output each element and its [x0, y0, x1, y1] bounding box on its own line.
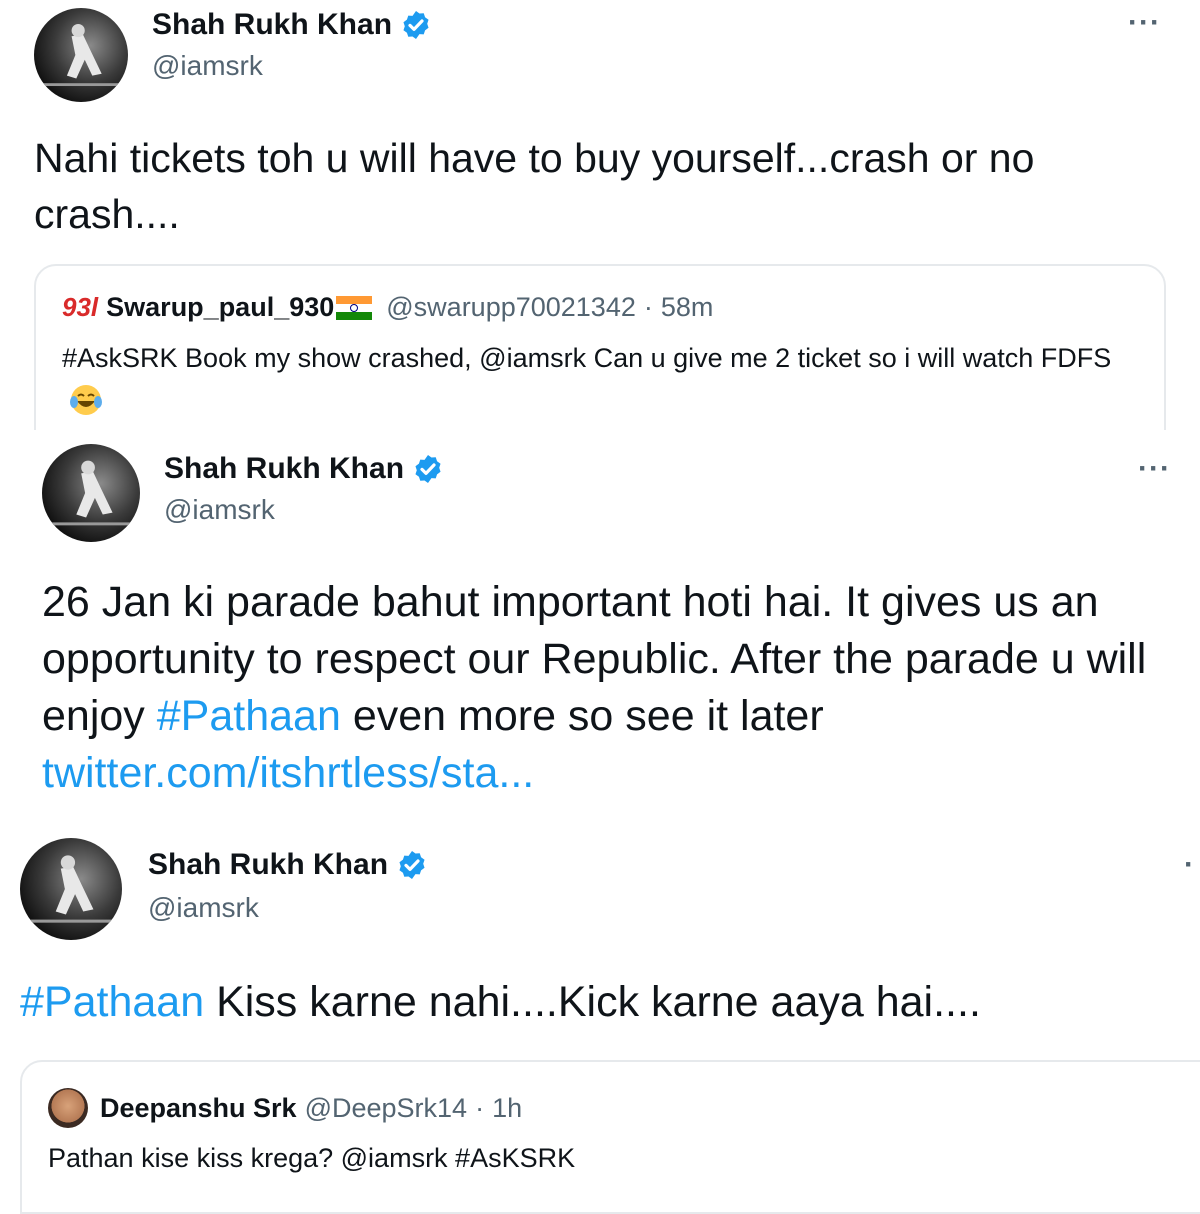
verified-badge-icon: [415, 455, 441, 483]
tweet-text: Nahi tickets toh u will have to buy your…: [34, 135, 1035, 237]
author-name[interactable]: Shah Rukh Khan: [152, 8, 392, 42]
tweet-2: Shah Rukh Khan @iamsrk ··· 26 Jan ki par…: [0, 430, 1200, 830]
avatar-photo-icon: [34, 23, 128, 87]
quoted-author-name[interactable]: Swarup_paul_930: [106, 292, 334, 323]
verified-badge-icon: [399, 851, 425, 879]
tweet-text: #Pathaan Kiss karne nahi....Kick karne a…: [20, 974, 1180, 1031]
more-options-icon[interactable]: ·: [1184, 848, 1195, 882]
author-row: Shah Rukh Khan: [152, 8, 432, 42]
author-handle[interactable]: @iamsrk: [164, 494, 275, 526]
quoted-author-handle[interactable]: @DeepSrk14: [305, 1093, 468, 1124]
quoted-tweet-text: Pathan kise kiss krega? @iamsrk #AsKSRK: [48, 1143, 576, 1173]
quoted-author-name[interactable]: Deepanshu Srk: [100, 1093, 297, 1124]
more-options-icon[interactable]: ···: [1138, 452, 1171, 486]
tweet-text: 26 Jan ki parade bahut important hoti ha…: [42, 574, 1192, 802]
quoted-author-handle[interactable]: @swarupp70021342: [386, 292, 636, 323]
author-row: Shah Rukh Khan: [164, 452, 444, 486]
tears-of-joy-emoji-icon: [70, 384, 102, 415]
author-handle[interactable]: @iamsrk: [148, 892, 259, 924]
quoted-timestamp[interactable]: 1h: [492, 1093, 522, 1124]
quoted-avatar-logo: 93l: [62, 292, 99, 322]
quoted-tweet-header: Deepanshu Srk @DeepSrk14 · 1h: [48, 1088, 522, 1128]
hashtag-link[interactable]: #Pathaan: [20, 978, 204, 1026]
author-row: Shah Rukh Khan: [148, 848, 428, 882]
avatar[interactable]: [20, 838, 122, 940]
quoted-tweet[interactable]: 93l Swarup_paul_930 @swarupp70021342 · 5…: [34, 264, 1166, 458]
quoted-tweet[interactable]: Deepanshu Srk @DeepSrk14 · 1h Pathan kis…: [20, 1060, 1200, 1214]
author-name[interactable]: Shah Rukh Khan: [148, 848, 388, 882]
tweet-text-part: even more so see it later: [340, 692, 824, 740]
avatar[interactable]: [34, 8, 128, 102]
avatar-photo-icon: [20, 855, 122, 923]
author-handle[interactable]: @iamsrk: [152, 50, 263, 82]
tweet-1: Shah Rukh Khan @iamsrk ··· Nahi tickets …: [0, 0, 1200, 458]
quoted-avatar[interactable]: [48, 1088, 88, 1128]
separator-dot: ·: [643, 292, 653, 322]
avatar[interactable]: [42, 444, 140, 542]
more-options-icon[interactable]: ···: [1128, 6, 1161, 40]
url-link[interactable]: twitter.com/itshrtless/sta...: [42, 749, 534, 797]
quoted-timestamp[interactable]: 58m: [661, 292, 714, 323]
tweet-text-part: Kiss karne nahi....Kick karne aaya hai..…: [204, 978, 981, 1026]
avatar-photo-icon: [42, 460, 140, 526]
india-flag-icon: [336, 295, 373, 320]
hashtag-link[interactable]: #Pathaan: [157, 692, 341, 740]
separator-dot: ·: [475, 1092, 485, 1123]
tweet-3: Shah Rukh Khan @iamsrk · #Pathaan Kiss k…: [0, 830, 1200, 1214]
quoted-tweet-text: #AskSRK Book my show crashed, @iamsrk Ca…: [62, 338, 1142, 418]
verified-badge-icon: [403, 11, 429, 39]
quoted-tweet-header: 93l Swarup_paul_930 @swarupp70021342 · 5…: [62, 292, 713, 323]
author-name[interactable]: Shah Rukh Khan: [164, 452, 404, 486]
quoted-text-content: #AskSRK Book my show crashed, @iamsrk Ca…: [62, 343, 1112, 373]
